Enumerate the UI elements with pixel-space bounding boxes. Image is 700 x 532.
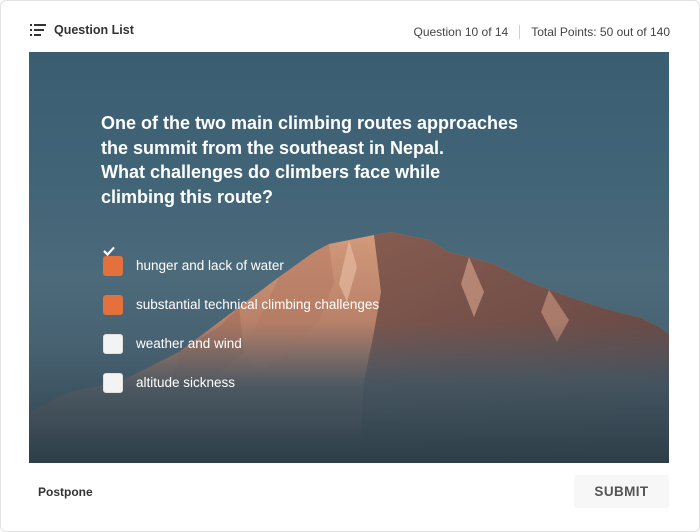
list-icon <box>30 24 46 36</box>
bottom-bar: Postpone SUBMIT <box>0 463 700 532</box>
answer-options: hunger and lack of water substantial tec… <box>103 246 379 402</box>
postpone-button[interactable]: Postpone <box>38 485 93 499</box>
question-list-button[interactable]: Question List <box>30 23 134 37</box>
checkmark-icon <box>103 246 115 256</box>
option-item[interactable]: hunger and lack of water <box>103 246 379 285</box>
divider <box>519 25 521 39</box>
question-counter: Question 10 of 14 <box>413 25 509 39</box>
checkbox-unchecked[interactable] <box>103 372 123 393</box>
submit-button[interactable]: SUBMIT <box>574 475 669 508</box>
option-item[interactable]: altitude sickness <box>103 363 379 402</box>
option-label: substantial technical climbing challenge… <box>136 297 380 312</box>
checkbox-checked[interactable] <box>103 246 123 315</box>
option-label: altitude sickness <box>136 375 236 390</box>
checkbox-unchecked[interactable] <box>103 333 123 354</box>
option-label: hunger and lack of water <box>136 258 284 273</box>
option-item[interactable]: substantial technical climbing challenge… <box>103 246 380 324</box>
progress-info: Question 10 of 14 Total Points: 50 out o… <box>413 25 670 39</box>
question-text: One of the two main climbing routes appr… <box>101 113 519 207</box>
checkbox-checked[interactable] <box>103 246 123 276</box>
option-item[interactable]: weather and wind <box>103 324 379 363</box>
question-list-label: Question List <box>54 23 134 37</box>
question-stage: One of the two main climbing routes appr… <box>29 52 669 463</box>
total-points: Total Points: 50 out of 140 <box>531 25 670 39</box>
option-label: weather and wind <box>136 336 242 351</box>
top-bar: Question List Question 10 of 14 Total Po… <box>0 0 700 54</box>
